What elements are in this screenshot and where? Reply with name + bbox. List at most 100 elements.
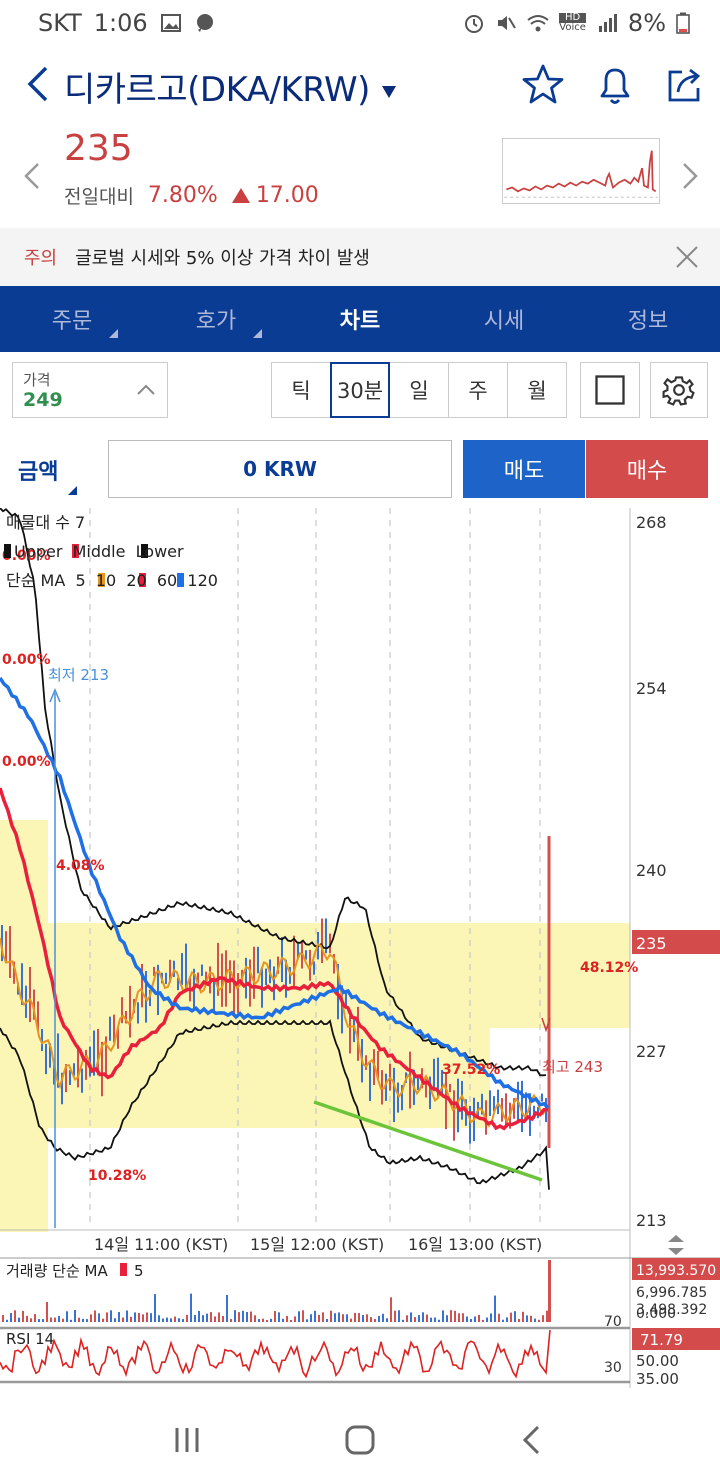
chart-canvas[interactable]: 최저 213 최고 243 0.00% 0.00% 0.00% 4.08% 10… bbox=[0, 508, 720, 1388]
share-icon[interactable] bbox=[662, 62, 708, 108]
chart-settings-button[interactable] bbox=[650, 362, 708, 418]
mini-chart[interactable] bbox=[502, 138, 660, 204]
volume-bar bbox=[306, 1319, 308, 1322]
volume-bar bbox=[490, 1313, 492, 1322]
main-tabs: 주문 호가 차트 시세 정보 bbox=[0, 286, 720, 352]
volume-axis: 13,993.570 6,996.785 3,498.392 0.000 bbox=[636, 1263, 716, 1322]
sell-button[interactable]: 매도 bbox=[463, 440, 585, 498]
buy-button[interactable]: 매수 bbox=[586, 440, 708, 498]
pct-label: 4.08% bbox=[56, 858, 105, 874]
amount-corner-icon bbox=[68, 486, 77, 495]
volume-bar bbox=[338, 1312, 340, 1322]
square-icon bbox=[595, 375, 625, 405]
prev-coin-icon[interactable] bbox=[20, 160, 44, 192]
chart-type-button[interactable] bbox=[580, 362, 640, 418]
period-tick[interactable]: 틱 bbox=[271, 362, 331, 418]
volume-bar bbox=[34, 1314, 36, 1322]
time-tick: 14일 11:00 (KST) bbox=[94, 1235, 228, 1254]
volume-bar bbox=[110, 1310, 112, 1322]
volume-bar bbox=[358, 1313, 360, 1322]
volume-bar bbox=[178, 1318, 180, 1322]
tab-quotes[interactable]: 시세 bbox=[432, 286, 576, 352]
tab-chart[interactable]: 차트 bbox=[288, 286, 432, 352]
volume-bar bbox=[502, 1319, 504, 1322]
rsi-current: 71.79 bbox=[640, 1331, 683, 1349]
volume-bar bbox=[274, 1310, 276, 1322]
volume-bar bbox=[478, 1314, 480, 1322]
volume-bar bbox=[454, 1310, 456, 1322]
volume-bar bbox=[402, 1319, 404, 1322]
volume-bar bbox=[258, 1319, 260, 1322]
next-coin-icon[interactable] bbox=[678, 160, 702, 192]
volume-bar bbox=[162, 1318, 164, 1322]
volume-bar bbox=[206, 1313, 208, 1322]
volume-bar bbox=[218, 1312, 220, 1322]
volume-bar bbox=[326, 1319, 328, 1322]
amount-label[interactable]: 금액 bbox=[18, 454, 58, 486]
volume-bar bbox=[298, 1311, 300, 1322]
price-chart[interactable]: 최저 213 최고 243 0.00% 0.00% 0.00% 4.08% 10… bbox=[0, 508, 720, 1388]
hd-voice-badge: HD Voice bbox=[559, 12, 586, 33]
high-label: 최고 243 bbox=[542, 1058, 603, 1076]
volume-bar bbox=[10, 1312, 12, 1322]
volume-bar bbox=[362, 1314, 364, 1322]
price-selector[interactable]: 가격 249 bbox=[12, 362, 168, 418]
volume-bar bbox=[286, 1316, 288, 1322]
rsi-tick: 50.00 bbox=[636, 1352, 679, 1370]
period-month[interactable]: 월 bbox=[507, 362, 567, 418]
volume-bar bbox=[98, 1313, 100, 1322]
close-icon[interactable] bbox=[674, 244, 700, 270]
legend-line: Upper Middle Lower bbox=[14, 542, 184, 561]
volume-bar bbox=[498, 1313, 500, 1322]
period-week[interactable]: 주 bbox=[448, 362, 508, 418]
volume-bar bbox=[370, 1317, 372, 1322]
volume-bar bbox=[470, 1318, 472, 1322]
coin-title[interactable]: 디카르고(DKA/KRW) bbox=[64, 62, 396, 111]
volume-bar bbox=[442, 1310, 444, 1322]
period-30min[interactable]: 30분 bbox=[330, 362, 390, 418]
volume-bar bbox=[294, 1316, 296, 1322]
volume-bar bbox=[226, 1294, 228, 1322]
volume-bar bbox=[130, 1316, 132, 1322]
time-tick: 15일 12:00 (KST) bbox=[250, 1235, 384, 1254]
system-nav-bar bbox=[0, 1400, 720, 1480]
period-day[interactable]: 일 bbox=[389, 362, 449, 418]
volume-bar bbox=[510, 1312, 512, 1322]
volume-bar bbox=[82, 1318, 84, 1322]
tab-orderbook[interactable]: 호가 bbox=[144, 286, 288, 352]
tab-info[interactable]: 정보 bbox=[576, 286, 720, 352]
warning-tag: 주의 bbox=[24, 248, 58, 269]
volume-bar bbox=[426, 1314, 428, 1322]
app-header: 디카르고(DKA/KRW) bbox=[0, 50, 720, 120]
volume-bar bbox=[450, 1310, 452, 1322]
volume-bar bbox=[138, 1312, 140, 1322]
volume-bar bbox=[350, 1318, 352, 1322]
bell-icon[interactable] bbox=[592, 62, 638, 108]
back-arrow-icon[interactable] bbox=[18, 62, 58, 106]
low-label: 최저 213 bbox=[48, 666, 109, 684]
volume-bar bbox=[182, 1319, 184, 1322]
volume-bar bbox=[462, 1313, 464, 1322]
volume-bar bbox=[270, 1318, 272, 1322]
volume-bar bbox=[506, 1317, 508, 1322]
price-axis: 268 254 240 227 213 bbox=[636, 513, 667, 1230]
volume-bar bbox=[366, 1314, 368, 1322]
volume-bar bbox=[170, 1318, 172, 1322]
home-icon[interactable] bbox=[340, 1420, 380, 1460]
volume-bar bbox=[414, 1317, 416, 1322]
volume-bar bbox=[58, 1316, 60, 1322]
back-icon[interactable] bbox=[513, 1420, 553, 1460]
star-icon[interactable] bbox=[520, 62, 566, 108]
tab-order[interactable]: 주문 bbox=[0, 286, 144, 352]
resize-handle-icon[interactable] bbox=[668, 1235, 684, 1255]
amount-input[interactable]: 0 KRW bbox=[108, 440, 452, 498]
volume-bar bbox=[238, 1312, 240, 1322]
battery-percent: 8% bbox=[627, 9, 666, 37]
warning-text: 글로벌 시세와 5% 이상 가격 차이 발생 bbox=[75, 248, 370, 269]
volume-bar bbox=[18, 1317, 20, 1322]
volume-bar bbox=[134, 1312, 136, 1322]
volume-bar bbox=[242, 1310, 244, 1322]
change-amount: 17.00 bbox=[231, 183, 319, 208]
current-price-tag-text: 235 bbox=[636, 934, 667, 953]
recent-apps-icon[interactable] bbox=[167, 1420, 207, 1460]
